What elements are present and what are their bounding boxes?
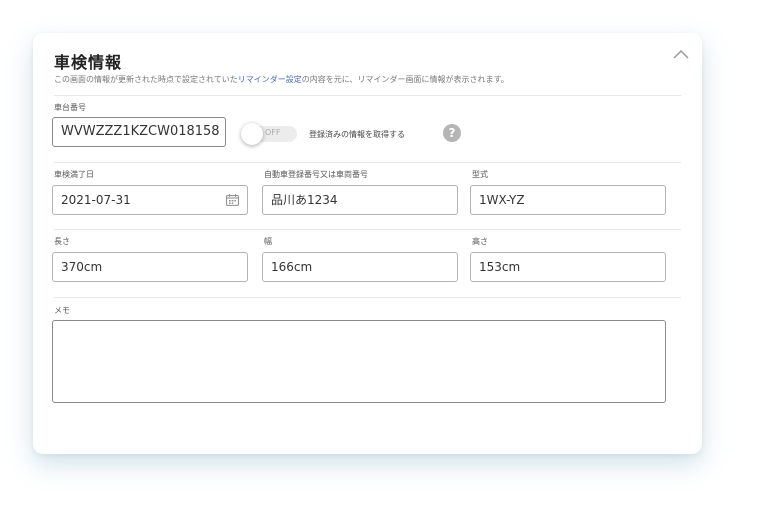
memo-label: メモ	[54, 306, 70, 315]
height-label: 高さ	[472, 237, 488, 246]
memo-textarea[interactable]	[52, 320, 666, 403]
height-input[interactable]: 153cm	[470, 252, 666, 282]
fetch-registered-info-toggle[interactable]: OFF	[241, 123, 297, 145]
toggle-knob[interactable]	[241, 123, 263, 145]
divider	[54, 229, 681, 230]
vehicle-inspection-card: 車検情報 この画面の情報が更新された時点で設定されていたリマインダー設定の内容を…	[33, 33, 702, 454]
chassis-number-input[interactable]: WVWZZZ1KZCW018158	[52, 117, 226, 147]
chassis-number-label: 車台番号	[54, 103, 86, 112]
length-input[interactable]: 370cm	[52, 252, 248, 282]
calendar-icon[interactable]	[226, 194, 239, 206]
section-title: 車検情報	[54, 53, 123, 72]
inspection-expiry-value: 2021-07-31	[61, 193, 131, 207]
question-mark-icon[interactable]: ?	[443, 124, 461, 142]
width-label: 幅	[264, 237, 272, 246]
divider	[54, 95, 681, 96]
model-label: 型式	[472, 170, 488, 179]
toggle-state-text: OFF	[265, 128, 281, 137]
model-input[interactable]: 1WX-YZ	[470, 185, 666, 215]
divider	[54, 162, 681, 163]
width-input[interactable]: 166cm	[262, 252, 458, 282]
section-description: この画面の情報が更新された時点で設定されていたリマインダー設定の内容を元に、リマ…	[54, 74, 509, 85]
toggle-label: 登録済みの情報を取得する	[309, 130, 405, 139]
registration-number-input[interactable]: 品川あ1234	[262, 185, 458, 215]
registration-number-label: 自動車登録番号又は車両番号	[264, 170, 368, 179]
reminder-settings-link[interactable]: リマインダー設定	[238, 75, 302, 84]
divider	[54, 297, 681, 298]
description-text-after: の内容を元に、リマインダー画面に情報が表示されます。	[301, 75, 509, 84]
chevron-up-icon[interactable]	[672, 47, 690, 61]
description-text: この画面の情報が更新された時点で設定されていた	[54, 75, 238, 84]
inspection-expiry-label: 車検満了日	[54, 170, 94, 179]
length-label: 長さ	[54, 237, 70, 246]
inspection-expiry-date-input[interactable]: 2021-07-31	[52, 185, 248, 215]
